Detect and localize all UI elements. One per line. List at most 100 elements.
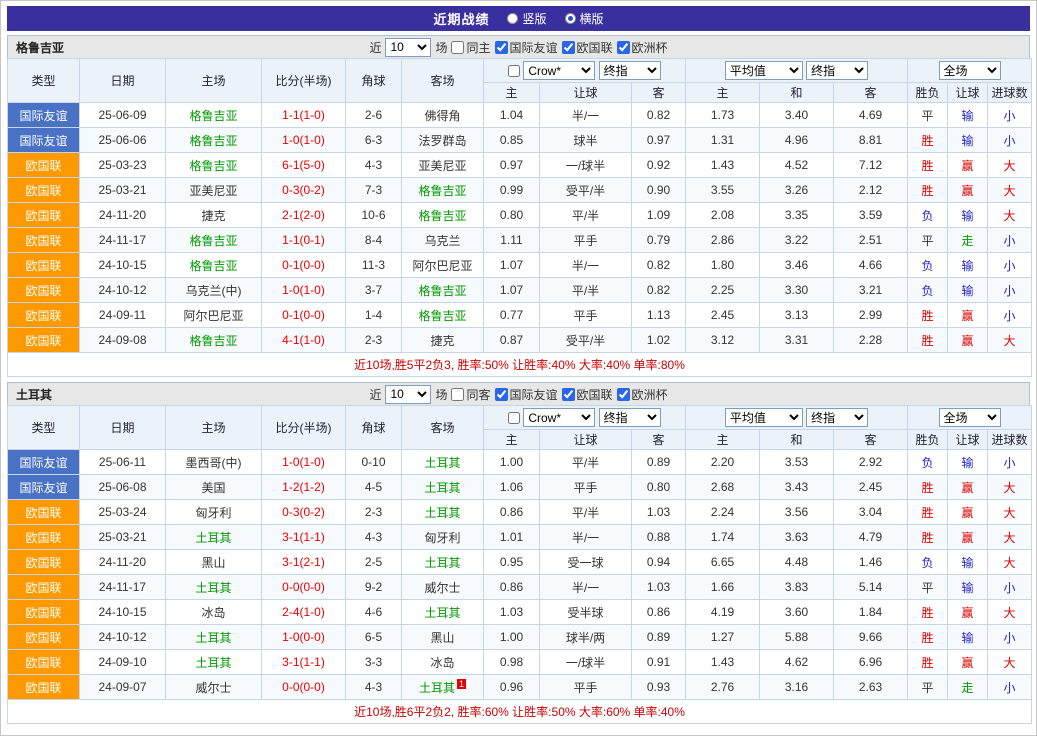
corner-count: 4-3 (346, 525, 402, 550)
match-type-badge: 欧国联 (8, 253, 80, 278)
results-table: 类型 日期 主场 比分(半场) 角球 客场 Crow* 终指 平均值 终指 (7, 405, 1032, 724)
euro-away-odds: 3.21 (834, 278, 908, 303)
euro-draw-odds: 3.63 (760, 525, 834, 550)
euro-away-odds: 7.12 (834, 153, 908, 178)
euro-away-odds: 2.28 (834, 328, 908, 353)
result-handicap: 赢 (948, 328, 988, 353)
fulltime-select[interactable]: 全场 (939, 408, 1001, 427)
content-frame: 近期战绩 竖版 横版 格鲁吉亚 近 10 场 同主 国际友谊 欧国联 欧洲杯 (0, 0, 1037, 736)
match-type-badge: 欧国联 (8, 203, 80, 228)
result-handicap: 赢 (948, 178, 988, 203)
final-index-select[interactable]: 终指 (599, 408, 661, 427)
euro-home-odds: 2.76 (686, 675, 760, 700)
filter-friendly[interactable]: 国际友谊 (495, 39, 558, 56)
col-handicap-home: 主 (484, 83, 540, 103)
bookmaker-select[interactable]: Crow* (523, 61, 595, 80)
average-select[interactable]: 平均值 (725, 61, 803, 80)
odds-filter-checkbox[interactable] (508, 412, 520, 424)
filter-nations-league[interactable]: 欧国联 (562, 386, 613, 403)
match-count-select[interactable]: 10 (385, 38, 431, 57)
corner-count: 0-10 (346, 450, 402, 475)
euro-draw-odds: 3.13 (760, 303, 834, 328)
euro-checkbox[interactable] (617, 41, 630, 54)
euro-draw-odds: 3.60 (760, 600, 834, 625)
col-handicap-away: 客 (632, 430, 686, 450)
match-type-badge: 国际友谊 (8, 103, 80, 128)
result-wdl: 胜 (908, 328, 948, 353)
result-wdl: 胜 (908, 178, 948, 203)
handicap-home-odds: 1.07 (484, 278, 540, 303)
home-team: 墨西哥(中) (166, 450, 262, 475)
euro-away-odds: 6.96 (834, 650, 908, 675)
match-type-badge: 欧国联 (8, 228, 80, 253)
handicap-home-odds: 0.85 (484, 128, 540, 153)
handicap-home-odds: 1.01 (484, 525, 540, 550)
handicap-home-odds: 1.03 (484, 600, 540, 625)
home-team: 冰岛 (166, 600, 262, 625)
euro-away-odds: 1.84 (834, 600, 908, 625)
handicap-away-odds: 1.03 (632, 500, 686, 525)
result-wdl: 负 (908, 278, 948, 303)
col-score: 比分(半场) (262, 59, 346, 103)
home-team: 土耳其 (166, 575, 262, 600)
table-row: 国际友谊25-06-09格鲁吉亚1-1(1-0)2-6佛得角1.04半/一0.8… (8, 103, 1032, 128)
same-away-checkbox[interactable] (451, 388, 464, 401)
handicap-home-odds: 1.00 (484, 450, 540, 475)
handicap-line: 平/半 (540, 450, 632, 475)
home-team: 威尔士 (166, 675, 262, 700)
col-handicap-home: 主 (484, 430, 540, 450)
match-type-badge: 欧国联 (8, 525, 80, 550)
result-goals: 大 (988, 600, 1032, 625)
odds-filter-checkbox[interactable] (508, 65, 520, 77)
euro-away-odds: 2.12 (834, 178, 908, 203)
home-team: 阿尔巴尼亚 (166, 303, 262, 328)
average-select[interactable]: 平均值 (725, 408, 803, 427)
table-row: 欧国联24-10-12土耳其1-0(0-0)6-5黑山1.00球半/两0.891… (8, 625, 1032, 650)
euro-draw-odds: 3.46 (760, 253, 834, 278)
euro-home-odds: 2.86 (686, 228, 760, 253)
filter-euro[interactable]: 欧洲杯 (617, 39, 668, 56)
match-date: 24-11-17 (80, 228, 166, 253)
layout-vertical-radio[interactable]: 竖版 (507, 10, 546, 27)
away-team: 黑山 (402, 625, 484, 650)
friendly-checkbox[interactable] (495, 41, 508, 54)
radio-icon (507, 13, 518, 24)
euro-home-odds: 1.43 (686, 650, 760, 675)
handicap-away-odds: 0.94 (632, 550, 686, 575)
col-handicap-line: 让球 (540, 83, 632, 103)
layout-horizontal-radio[interactable]: 横版 (565, 10, 604, 27)
fulltime-select[interactable]: 全场 (939, 61, 1001, 80)
euro-draw-odds: 3.83 (760, 575, 834, 600)
bookmaker-select[interactable]: Crow* (523, 408, 595, 427)
handicap-home-odds: 1.06 (484, 475, 540, 500)
nations-league-checkbox[interactable] (562, 388, 575, 401)
filter-nations-league[interactable]: 欧国联 (562, 39, 613, 56)
col-goals: 进球数 (988, 83, 1032, 103)
filter-same-away[interactable]: 同客 (451, 386, 490, 403)
nations-league-checkbox[interactable] (562, 41, 575, 54)
section-turkey: 土耳其 近 10 场 同客 国际友谊 欧国联 欧洲杯 类型 日期 (7, 382, 1030, 724)
match-score: 0-0(0-0) (262, 675, 346, 700)
handicap-line: 一/球半 (540, 650, 632, 675)
match-count-select[interactable]: 10 (385, 385, 431, 404)
results-body: 国际友谊25-06-11墨西哥(中)1-0(1-0)0-10土耳其1.00平/半… (8, 450, 1032, 700)
page-title: 近期战绩 (433, 9, 489, 28)
col-date: 日期 (80, 59, 166, 103)
match-type-badge: 欧国联 (8, 153, 80, 178)
col-euro-home: 主 (686, 430, 760, 450)
friendly-checkbox[interactable] (495, 388, 508, 401)
corner-count: 9-2 (346, 575, 402, 600)
final-index-select[interactable]: 终指 (806, 408, 868, 427)
final-index-select[interactable]: 终指 (806, 61, 868, 80)
table-row: 欧国联24-09-08格鲁吉亚4-1(1-0)2-3捷克0.87受平/半1.02… (8, 328, 1032, 353)
filter-friendly[interactable]: 国际友谊 (495, 386, 558, 403)
filter-same-home[interactable]: 同主 (451, 39, 490, 56)
final-index-select[interactable]: 终指 (599, 61, 661, 80)
result-handicap: 输 (948, 278, 988, 303)
handicap-line: 半/一 (540, 525, 632, 550)
euro-checkbox[interactable] (617, 388, 630, 401)
team-section-header: 土耳其 近 10 场 同客 国际友谊 欧国联 欧洲杯 (7, 382, 1030, 405)
same-home-checkbox[interactable] (451, 41, 464, 54)
result-goals: 小 (988, 228, 1032, 253)
filter-euro[interactable]: 欧洲杯 (617, 386, 668, 403)
